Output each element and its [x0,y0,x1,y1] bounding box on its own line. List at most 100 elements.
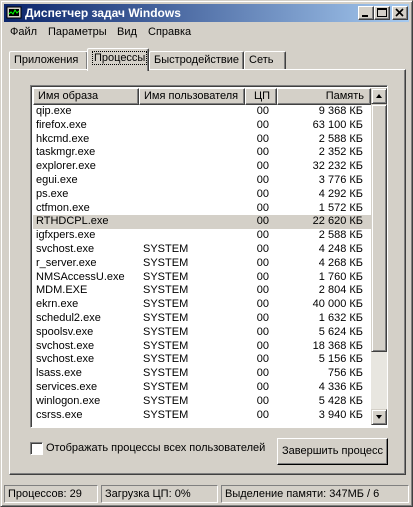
cell-memory: 4 336 КБ [318,380,363,393]
menu-view[interactable]: Вид [117,26,137,38]
process-row[interactable]: winlogon.exe SYSTEM 00 5 428 КБ [33,395,371,409]
cell-cpu: 00 [256,105,269,117]
cell-memory: 9 368 КБ [318,105,363,117]
cell-image-name: ps.exe [36,187,69,200]
scroll-up-button[interactable] [371,88,387,104]
cell-memory: 32 232 КБ [312,160,363,173]
cell-user-name: SYSTEM [143,256,189,269]
cell-memory: 2 588 КБ [318,132,363,145]
cell-cpu: 00 [256,325,269,338]
cell-cpu: 00 [256,353,269,366]
tab-processes[interactable]: Процессы [87,48,149,71]
cell-user-name: SYSTEM [143,339,189,352]
cell-image-name: winlogon.exe [36,394,101,407]
cell-image-name: schedul2.exe [36,311,101,324]
cell-image-name: hkcmd.exe [36,132,90,145]
column-user-name[interactable]: Имя пользователя [139,88,245,105]
cell-memory: 18 368 КБ [312,339,363,352]
process-row[interactable]: csrss.exe SYSTEM 00 3 940 КБ [33,409,371,423]
process-row[interactable]: RTHDCPL.exe 00 22 620 КБ [33,215,371,230]
process-list[interactable]: Имя образа Имя пользователя ЦП Память qi… [30,85,388,428]
cell-image-name: ekrn.exe [36,298,79,311]
maximize-button[interactable] [374,6,390,20]
process-row[interactable]: services.exe SYSTEM 00 4 336 КБ [33,381,371,395]
cell-image-name: igfxpers.exe [36,229,96,242]
menu-options[interactable]: Параметры [48,26,107,38]
show-all-users-option[interactable]: Отображать процессы всех пользователей [30,441,280,457]
cell-user-name: SYSTEM [143,284,189,297]
cell-image-name: ctfmon.exe [36,201,90,214]
column-cpu[interactable]: ЦП [245,88,277,105]
cell-cpu: 00 [256,270,269,283]
process-row[interactable]: egui.exe 00 3 776 КБ [33,174,371,188]
cell-image-name: firefox.exe [36,118,87,131]
cell-image-name: taskmgr.exe [36,146,96,159]
vertical-scrollbar[interactable] [371,88,387,425]
cell-memory: 1 632 КБ [318,311,363,324]
cell-cpu: 00 [256,187,269,200]
cell-cpu: 00 [256,160,269,173]
cell-memory: 4 292 КБ [318,187,363,200]
process-row[interactable]: ps.exe 00 4 292 КБ [33,188,371,202]
process-row[interactable]: firefox.exe 00 63 100 КБ [33,119,371,133]
cell-memory: 4 248 КБ [318,242,363,255]
cell-memory: 756 КБ [327,367,363,380]
tab-processes-label: Процессы [92,51,148,65]
cell-memory: 2 588 КБ [318,229,363,242]
column-image-name[interactable]: Имя образа [33,88,139,105]
cell-cpu: 00 [256,118,269,131]
cell-cpu: 00 [256,242,269,255]
cell-memory: 40 000 КБ [312,298,363,311]
cell-memory: 63 100 КБ [312,118,363,131]
cell-user-name: SYSTEM [143,353,189,366]
process-row[interactable]: svchost.exe SYSTEM 00 4 248 КБ [33,243,371,257]
cell-cpu: 00 [256,380,269,393]
process-row[interactable]: ekrn.exe SYSTEM 00 40 000 КБ [33,298,371,312]
taskmgr-icon [6,5,22,21]
process-row[interactable]: svchost.exe SYSTEM 00 5 156 КБ [33,353,371,367]
tab-network[interactable]: Сеть [244,51,286,69]
scroll-down-button[interactable] [371,409,387,425]
process-row[interactable]: explorer.exe 00 32 232 КБ [33,160,371,174]
process-row[interactable]: MDM.EXE SYSTEM 00 2 804 КБ [33,284,371,298]
cell-cpu: 00 [256,256,269,269]
end-process-button[interactable]: Завершить процесс [277,438,388,465]
maximize-icon [377,8,387,17]
process-row[interactable]: spoolsv.exe SYSTEM 00 5 624 КБ [33,326,371,340]
cell-image-name: svchost.exe [36,339,95,352]
menu-file[interactable]: Файл [10,26,37,38]
tab-performance[interactable]: Быстродействие [149,51,244,69]
menu-help[interactable]: Справка [148,26,191,38]
cell-cpu: 00 [256,229,269,242]
process-row[interactable]: svchost.exe SYSTEM 00 18 368 КБ [33,340,371,354]
cell-cpu: 00 [256,311,269,324]
cell-cpu: 00 [256,173,269,186]
window-title: Диспетчер задач Windows [25,6,181,20]
cell-cpu: 00 [256,132,269,145]
cell-user-name: SYSTEM [143,380,189,393]
process-row[interactable]: igfxpers.exe 00 2 588 КБ [33,229,371,243]
cell-cpu: 00 [256,201,269,214]
process-row[interactable]: taskmgr.exe 00 2 352 КБ [33,146,371,160]
cell-memory: 5 156 КБ [318,353,363,366]
cell-memory: 1 760 КБ [318,270,363,283]
task-manager-window: Диспетчер задач Windows Файл Параметры В… [0,0,413,507]
column-memory[interactable]: Память [277,88,371,105]
process-row[interactable]: ctfmon.exe 00 1 572 КБ [33,202,371,216]
close-button[interactable] [392,6,408,20]
process-row[interactable]: r_server.exe SYSTEM 00 4 268 КБ [33,257,371,271]
process-row[interactable]: lsass.exe SYSTEM 00 756 КБ [33,367,371,381]
process-row[interactable]: NMSAccessU.exe SYSTEM 00 1 760 КБ [33,271,371,285]
scroll-thumb[interactable] [371,104,387,352]
cell-user-name: SYSTEM [143,270,189,283]
minimize-button[interactable] [358,6,374,20]
tab-applications[interactable]: Приложения [9,51,88,69]
process-row[interactable]: hkcmd.exe 00 2 588 КБ [33,133,371,147]
cell-cpu: 00 [256,298,269,311]
cell-cpu: 00 [256,146,269,159]
process-row[interactable]: qip.exe 00 9 368 КБ [33,105,371,119]
process-row[interactable]: schedul2.exe SYSTEM 00 1 632 КБ [33,312,371,326]
list-header: Имя образа Имя пользователя ЦП Память [33,88,371,105]
title-bar[interactable]: Диспетчер задач Windows [4,4,409,22]
show-all-users-checkbox[interactable] [30,442,43,455]
